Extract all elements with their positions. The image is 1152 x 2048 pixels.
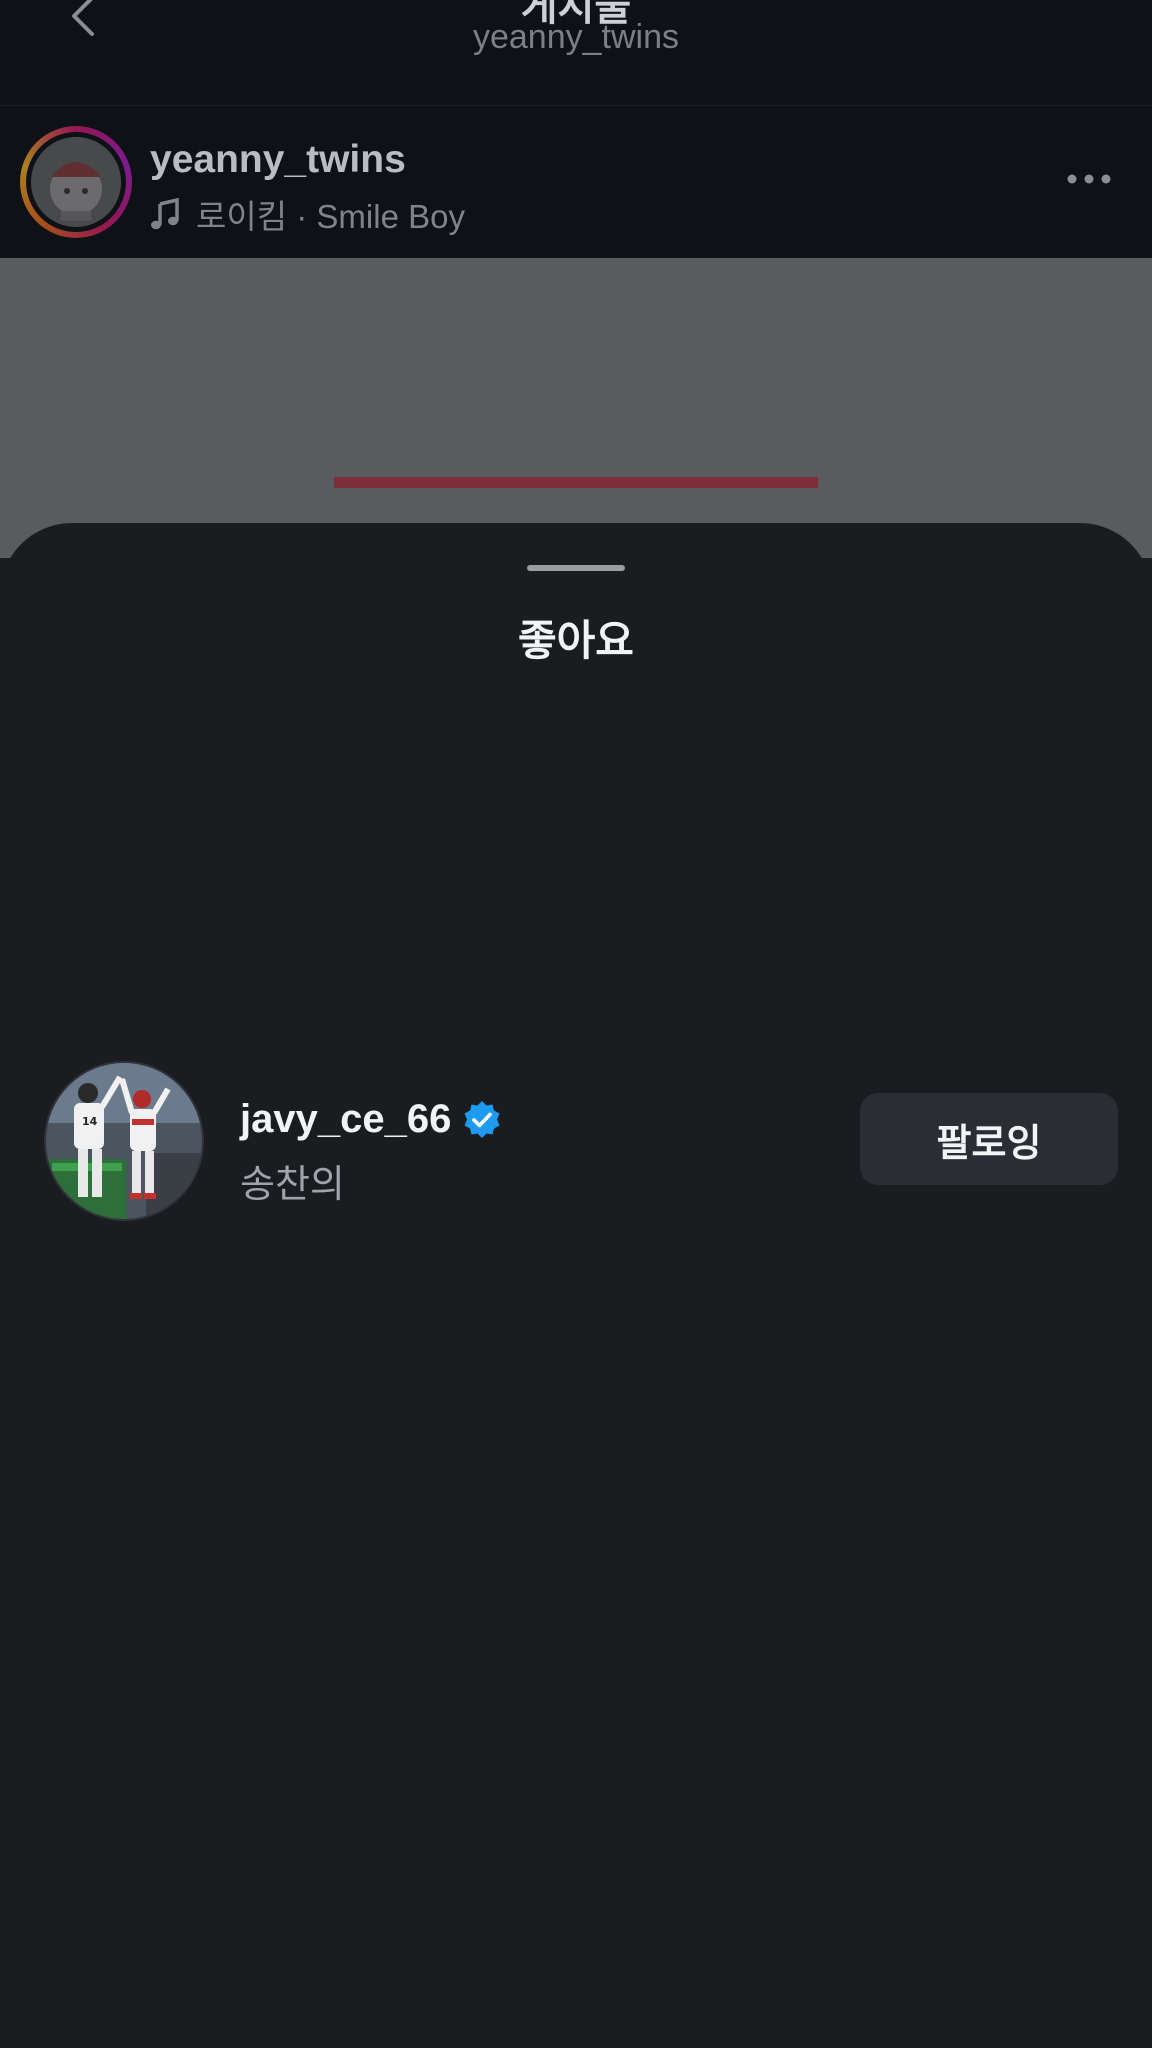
story-ring[interactable] [20,126,132,238]
user-name-line: javy_ce_66 [240,1097,503,1142]
post-header: yeanny_twins 로이킴 · Smile Boy [0,106,1152,258]
avatar[interactable]: 14 [44,1061,204,1221]
post-avatar[interactable] [31,137,121,227]
likes-sheet: 좋아요 14 javy_ce_66 송찬의 팔로잉 [0,523,1152,2048]
user-full-name: 송찬의 [240,1164,345,1206]
verified-icon [464,1100,500,1138]
music-icon [151,198,179,230]
nav-subtitle: yeanny_twins [472,18,679,56]
sheet-title: 좋아요 [518,617,634,664]
user-name[interactable]: javy_ce_66 [240,1097,451,1142]
screen: 게시물 yeanny_twins yeanny_twins 로이킴 · Smil… [0,0,1152,2048]
sheet-grabber[interactable] [527,565,625,571]
post-media [0,258,1152,558]
media-bar [334,477,818,488]
list-item[interactable]: 14 javy_ce_66 송찬의 팔로잉 [0,1059,1152,1223]
post-audio-label: 로이킴 · Smile Boy [196,198,465,235]
top-nav: 게시물 yeanny_twins [0,0,1152,106]
more-icon[interactable] [1066,172,1112,186]
svg-text:14: 14 [82,1115,98,1128]
post-username[interactable]: yeanny_twins [150,138,406,182]
post-audio[interactable]: 로이킴 · Smile Boy [150,190,465,238]
avatar-illustration [31,137,121,227]
following-button[interactable]: 팔로잉 [860,1093,1118,1185]
avatar-photo: 14 [46,1063,202,1219]
